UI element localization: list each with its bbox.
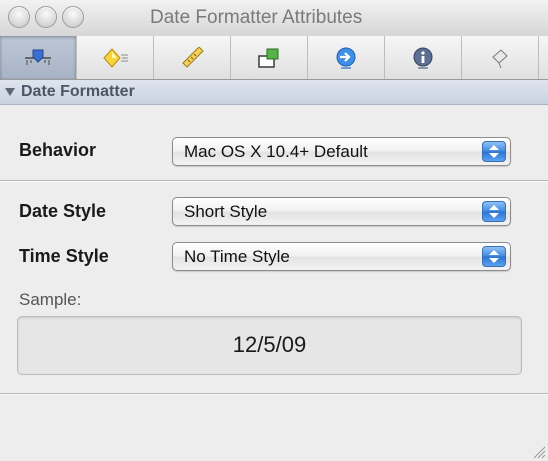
date-style-value: Short Style <box>184 202 268 221</box>
applescript-icon <box>492 48 508 68</box>
size-ruler-icon <box>182 46 204 68</box>
sample-box: 12/5/09 <box>17 316 522 375</box>
popup-arrows-icon <box>482 201 506 222</box>
inspector-toolbar <box>0 36 548 80</box>
section-title: Date Formatter <box>21 83 135 100</box>
identity-info-icon <box>413 47 433 69</box>
disclosure-triangle-icon[interactable] <box>5 88 15 96</box>
tab-size[interactable] <box>154 36 231 79</box>
tab-applescript[interactable] <box>462 36 539 79</box>
inspector-window: Date Formatter Attributes Date Formatter… <box>0 0 548 461</box>
behavior-value: Mac OS X 10.4+ Default <box>184 142 368 161</box>
sample-label: Sample: <box>19 290 82 309</box>
date-formatter-section-header[interactable]: Date Formatter <box>0 80 548 105</box>
date-style-popup[interactable]: Short Style <box>172 197 511 226</box>
tab-attributes[interactable] <box>0 36 77 79</box>
date-style-label: Date Style <box>19 201 107 221</box>
sample-value: 12/5/09 <box>232 332 307 357</box>
popup-arrows-icon <box>482 246 506 267</box>
tab-connections[interactable] <box>308 36 385 79</box>
minimize-button[interactable] <box>35 6 57 28</box>
behavior-popup[interactable]: Mac OS X 10.4+ Default <box>172 137 511 166</box>
tab-identity[interactable] <box>385 36 462 79</box>
time-style-popup[interactable]: No Time Style <box>172 242 511 271</box>
behavior-label: Behavior <box>19 140 97 160</box>
section-divider <box>0 180 548 182</box>
popup-arrows-icon <box>482 141 506 162</box>
attributes-slider-icon <box>25 49 51 65</box>
resize-grip-icon[interactable] <box>532 445 546 459</box>
close-button[interactable] <box>8 6 30 28</box>
bindings-icon <box>258 48 279 68</box>
effects-diamond-icon <box>103 47 128 68</box>
bottom-divider <box>0 393 548 395</box>
time-style-label: Time Style <box>19 246 109 266</box>
title-bar[interactable]: Date Formatter Attributes <box>0 0 548 37</box>
time-style-value: No Time Style <box>184 247 290 266</box>
window-title: Date Formatter Attributes <box>150 7 363 28</box>
zoom-button[interactable] <box>62 6 84 28</box>
tab-effects[interactable] <box>77 36 154 79</box>
connections-arrow-icon <box>336 47 356 69</box>
tab-bindings[interactable] <box>231 36 308 79</box>
